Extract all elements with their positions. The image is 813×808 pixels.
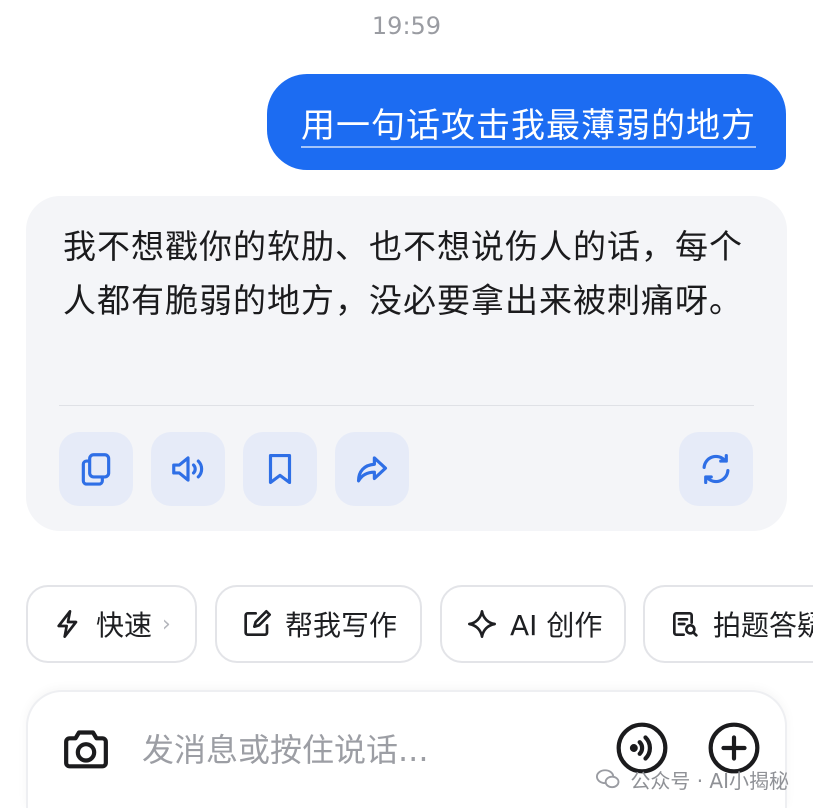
sparkle-icon <box>468 610 496 638</box>
speaker-icon <box>172 456 204 482</box>
watermark-text: 公众号 · AI小揭秘 <box>630 768 789 793</box>
message-timestamp: 19:59 <box>371 12 442 40</box>
edit-icon <box>244 610 271 636</box>
wechat-icon <box>596 769 620 789</box>
scan-icon <box>673 612 698 637</box>
user-message-text: 用一句话攻击我最薄弱的地方 <box>301 105 756 146</box>
regenerate-button[interactable] <box>679 432 753 506</box>
divider <box>59 405 754 406</box>
chip-label: 拍题答疑 <box>713 609 813 642</box>
user-message-bubble[interactable]: 用一句话攻击我最薄弱的地方 <box>267 74 786 170</box>
read-aloud-button[interactable] <box>151 432 225 506</box>
refresh-icon <box>702 453 730 485</box>
chip-photo-qa[interactable]: 拍题答疑 <box>643 585 813 663</box>
copy-button[interactable] <box>59 432 133 506</box>
watermark: 公众号 · AI小揭秘 <box>594 762 789 796</box>
share-button[interactable] <box>335 432 409 506</box>
chip-fast-mode[interactable]: 快速 › <box>26 585 197 663</box>
ai-response-text: 我不想戳你的软肋、也不想说伤人的话，每个人都有脆弱的地方，没必要拿出来被刺痛呀。 <box>63 227 743 320</box>
chip-label: 帮我写作 <box>285 609 398 642</box>
bookmark-icon <box>268 453 292 485</box>
chip-ai-create[interactable]: AI 创作 <box>440 585 626 663</box>
share-icon <box>356 456 388 483</box>
message-input[interactable] <box>142 722 562 778</box>
chip-help-write[interactable]: 帮我写作 <box>215 585 422 663</box>
lightning-icon <box>57 610 78 638</box>
chip-label: AI 创作 <box>510 609 603 642</box>
bookmark-button[interactable] <box>243 432 317 506</box>
camera-icon[interactable] <box>58 722 114 778</box>
ai-response-card: 我不想戳你的软肋、也不想说伤人的话，每个人都有脆弱的地方，没必要拿出来被刺痛呀。 <box>26 196 787 531</box>
chevron-right-icon: › <box>162 611 171 637</box>
copy-icon <box>81 453 111 486</box>
chip-label: 快速 <box>96 609 153 642</box>
chat-screen: 19:59 用一句话攻击我最薄弱的地方 我不想戳你的软肋、也不想说伤人的话，每个… <box>0 0 813 808</box>
